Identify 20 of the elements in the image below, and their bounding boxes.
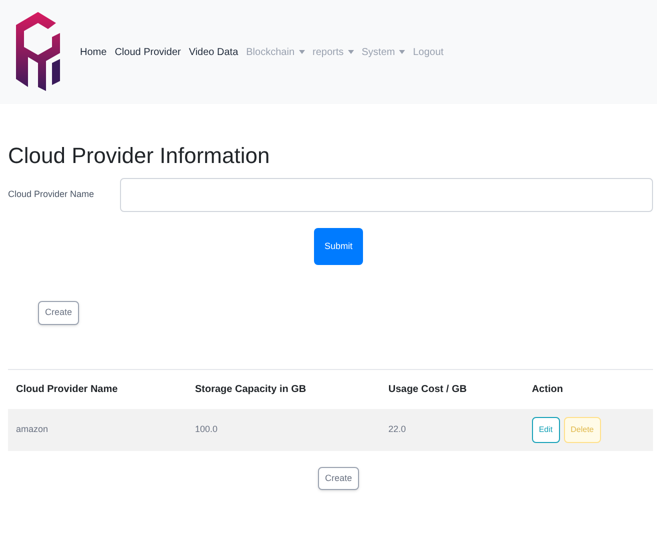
caret-icon: [298, 50, 304, 54]
nav-link[interactable]: Cloud Provider: [114, 44, 181, 60]
page-title: Cloud Provider Information: [8, 142, 270, 170]
nav-link[interactable]: System: [362, 44, 405, 60]
table-cell: 100.0: [187, 408, 380, 450]
table-cell: amazon: [8, 408, 187, 450]
nav-link[interactable]: Video Data: [188, 44, 238, 60]
nav-link[interactable]: Logout: [412, 44, 444, 60]
nav-link[interactable]: reports: [312, 44, 354, 60]
edit-button[interactable]: Edit: [532, 416, 560, 442]
table-cell: 22.0: [380, 408, 524, 450]
nav-link[interactable]: Home: [80, 44, 107, 60]
nav-link[interactable]: Blockchain: [246, 44, 304, 60]
create-button[interactable]: Create: [38, 301, 80, 324]
create-button[interactable]: Create: [318, 466, 359, 490]
submit-button[interactable]: Submit: [314, 228, 362, 265]
caret-icon: [398, 50, 405, 54]
field-label: Cloud Provider Name: [8, 188, 96, 201]
caret-icon: [348, 50, 354, 54]
name-input-field[interactable]: [120, 178, 653, 212]
